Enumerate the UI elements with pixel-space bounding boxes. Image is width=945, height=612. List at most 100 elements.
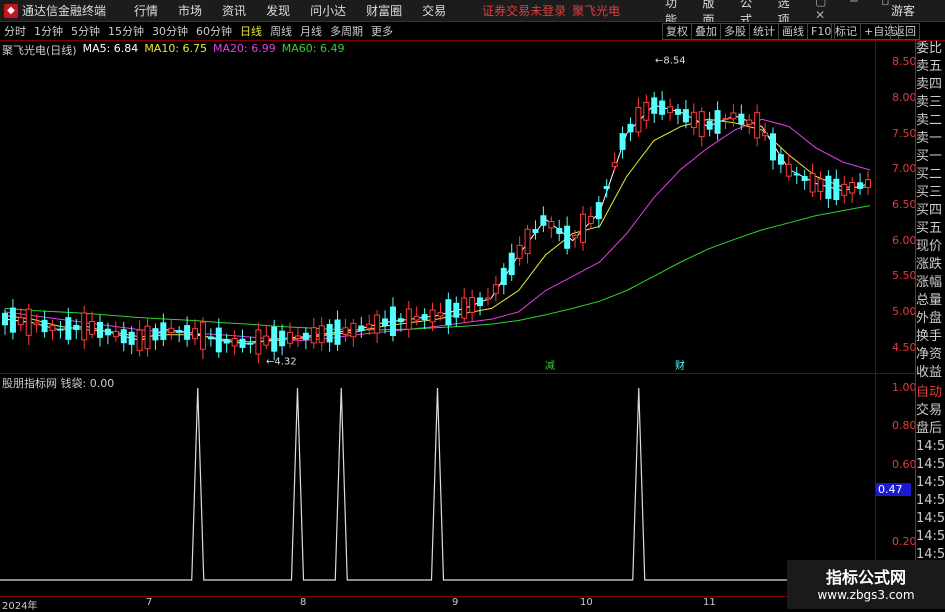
period-fenshi[interactable]: 分时 [4,23,26,39]
candle-body [350,322,357,338]
period-daily[interactable]: 日线 [240,23,262,39]
candle-body [247,342,254,345]
candle-body [627,123,634,133]
btn-huaxian[interactable]: 画线 [778,23,808,40]
btn-tongji[interactable]: 统计 [749,23,779,40]
candle-body [619,133,626,150]
btn-duogu[interactable]: 多股 [720,23,750,40]
candle-body [484,297,491,300]
menu-item-wenxiaoda[interactable]: 问小达 [310,2,346,19]
period-multi[interactable]: 多周期 [330,23,363,39]
price-tick-label: 4.50 [892,340,917,354]
price-tick-label: 8.50 [892,55,917,69]
ma-line-ma20 [4,118,871,342]
quote-label: 总量 [916,293,943,308]
candle-body [271,326,278,352]
candle-body [841,183,848,196]
btn-fanhui[interactable]: 返回 [890,23,920,40]
btn-diejia[interactable]: 叠加 [691,23,721,40]
current-stock: 聚飞光电 [572,4,621,18]
candle-body [603,186,610,190]
sub-tick-label: 1.00 [892,381,917,394]
watermark-title: 指标公式网 [825,568,906,587]
candle-body [865,179,871,188]
candle-body [97,321,104,338]
period-30min[interactable]: 30分钟 [152,23,188,39]
candle-body [49,325,56,331]
candle-body [112,331,119,338]
quote-label: 卖四 [916,77,943,92]
candle-body [595,202,602,220]
high-annotation: ←8.54 [655,55,686,66]
period-60min[interactable]: 60分钟 [196,23,232,39]
menu-item-caifuquan[interactable]: 财富圈 [366,2,402,19]
period-weekly[interactable]: 周线 [270,23,292,39]
candle-body [41,319,48,333]
candle-body [437,312,444,317]
period-15min[interactable]: 15分钟 [108,23,144,39]
date-10: 10 [580,597,593,608]
candle-body [73,324,80,330]
candle-body [239,338,246,348]
candle-body [738,113,745,125]
period-1min[interactable]: 1分钟 [34,23,63,39]
btn-fuquan[interactable]: 复权 [662,23,692,40]
candle-body [144,325,151,350]
ma-legend: 聚飞光电(日线) MA5: 6.84 MA10: 6.75 MA20: 6.99… [2,42,344,58]
candle-body [81,312,88,341]
candle-body [453,302,460,318]
candle-body [25,308,32,336]
period-monthly[interactable]: 月线 [300,23,322,39]
quote-label: 换手 [916,329,943,344]
trade-label: 14:56 [916,511,945,526]
btn-biaoji[interactable]: 标记 [831,23,861,40]
candle-body [318,325,325,344]
price-tick-label: 8.00 [892,90,917,104]
candle-body [231,337,238,347]
candle-body [524,228,531,255]
login-warning[interactable]: 证券交易未登录 [482,2,566,19]
candle-body [128,331,135,345]
quote-label: 买四 [916,203,943,218]
period-toolbar: 分时 1分钟 5分钟 15分钟 30分钟 60分钟 日线 周线 月线 多周期 更… [0,22,945,41]
candle-body [809,172,816,193]
menu-item-jiaoyi[interactable]: 交易 [422,2,446,19]
menu-item-hangqing[interactable]: 行情 [134,2,158,19]
candle-body [564,225,571,249]
period-more[interactable]: 更多 [371,23,393,39]
period-5min[interactable]: 5分钟 [71,23,100,39]
tag-cai: 财 [675,359,685,372]
price-axis: 8.50 8.00 7.50 7.00 6.50 6.00 5.50 5.00 4.50 1.00… [875,40,917,609]
trade-label: 自动 [916,385,943,400]
quote-label: 卖五 [916,59,943,74]
candle-body [263,335,270,346]
candle-body [223,338,230,344]
date-axis: 2024年 7 8 9 10 11 [0,596,875,612]
candle-body [255,329,262,355]
candle-body [754,112,761,139]
quote-label: 涨跌 [916,257,943,272]
ma10-label: MA10: 6.75 [144,42,208,55]
candle-body [801,176,808,182]
candle-body [326,323,333,343]
candle-body [572,235,579,239]
trade-label: 交易 [916,403,943,418]
price-tick-label: 7.00 [892,162,917,176]
candle-body [2,312,8,326]
date-2024: 2024年 [2,601,38,612]
quote-label: 买二 [916,167,943,182]
trade-label: 14:56 [916,493,945,508]
menu-item-zixun[interactable]: 资讯 [222,2,246,19]
guest-label[interactable]: 游客 [891,2,915,19]
date-11: 11 [703,597,716,608]
candle-body [421,314,428,321]
candle-body [746,119,753,125]
candle-body [397,318,404,323]
indicator-chart[interactable] [0,374,875,596]
menu-item-shichang[interactable]: 市场 [178,2,202,19]
quote-label: 卖一 [916,131,943,146]
candle-body [540,215,547,226]
menu-item-faxian[interactable]: 发现 [266,2,290,19]
kline-chart[interactable]: ←8.54 ←4.32 减 财 [0,40,875,373]
quote-label: 净资 [916,347,943,362]
